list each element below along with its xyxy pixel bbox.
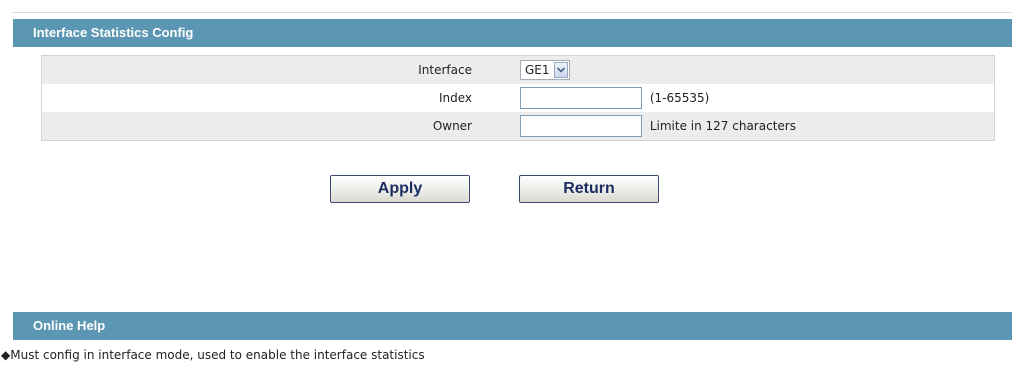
return-button[interactable]: Return [519, 175, 659, 203]
top-divider [13, 12, 1012, 13]
config-panel-header: Interface Statistics Config [13, 19, 1012, 47]
form-row-owner: Owner Limite in 127 characters [41, 112, 995, 141]
index-range-hint: (1-65535) [649, 91, 710, 105]
owner-input[interactable] [520, 115, 642, 137]
index-input[interactable] [520, 87, 642, 109]
apply-button[interactable]: Apply [330, 175, 470, 203]
help-panel-title: Online Help [33, 318, 106, 333]
owner-label: Owner [41, 112, 514, 141]
config-panel-title: Interface Statistics Config [33, 25, 194, 40]
help-panel-header: Online Help [13, 312, 1012, 340]
help-item: ◆Must config in interface mode, used to … [1, 348, 425, 362]
form-row-index: Index (1-65535) [41, 84, 995, 112]
form-row-interface: Interface GE1 [41, 55, 995, 84]
owner-length-hint: Limite in 127 characters [649, 119, 796, 133]
chevron-down-icon[interactable] [553, 62, 568, 78]
interface-selected-value: GE1 [525, 63, 550, 77]
interface-label: Interface [41, 55, 514, 84]
config-form-table: Interface GE1 Index (1-65535) Owner Limi… [41, 55, 995, 141]
index-label: Index [41, 84, 514, 112]
help-item-text: Must config in interface mode, used to e… [10, 348, 425, 362]
interface-select[interactable]: GE1 [520, 60, 570, 80]
diamond-bullet-icon: ◆ [1, 348, 11, 362]
